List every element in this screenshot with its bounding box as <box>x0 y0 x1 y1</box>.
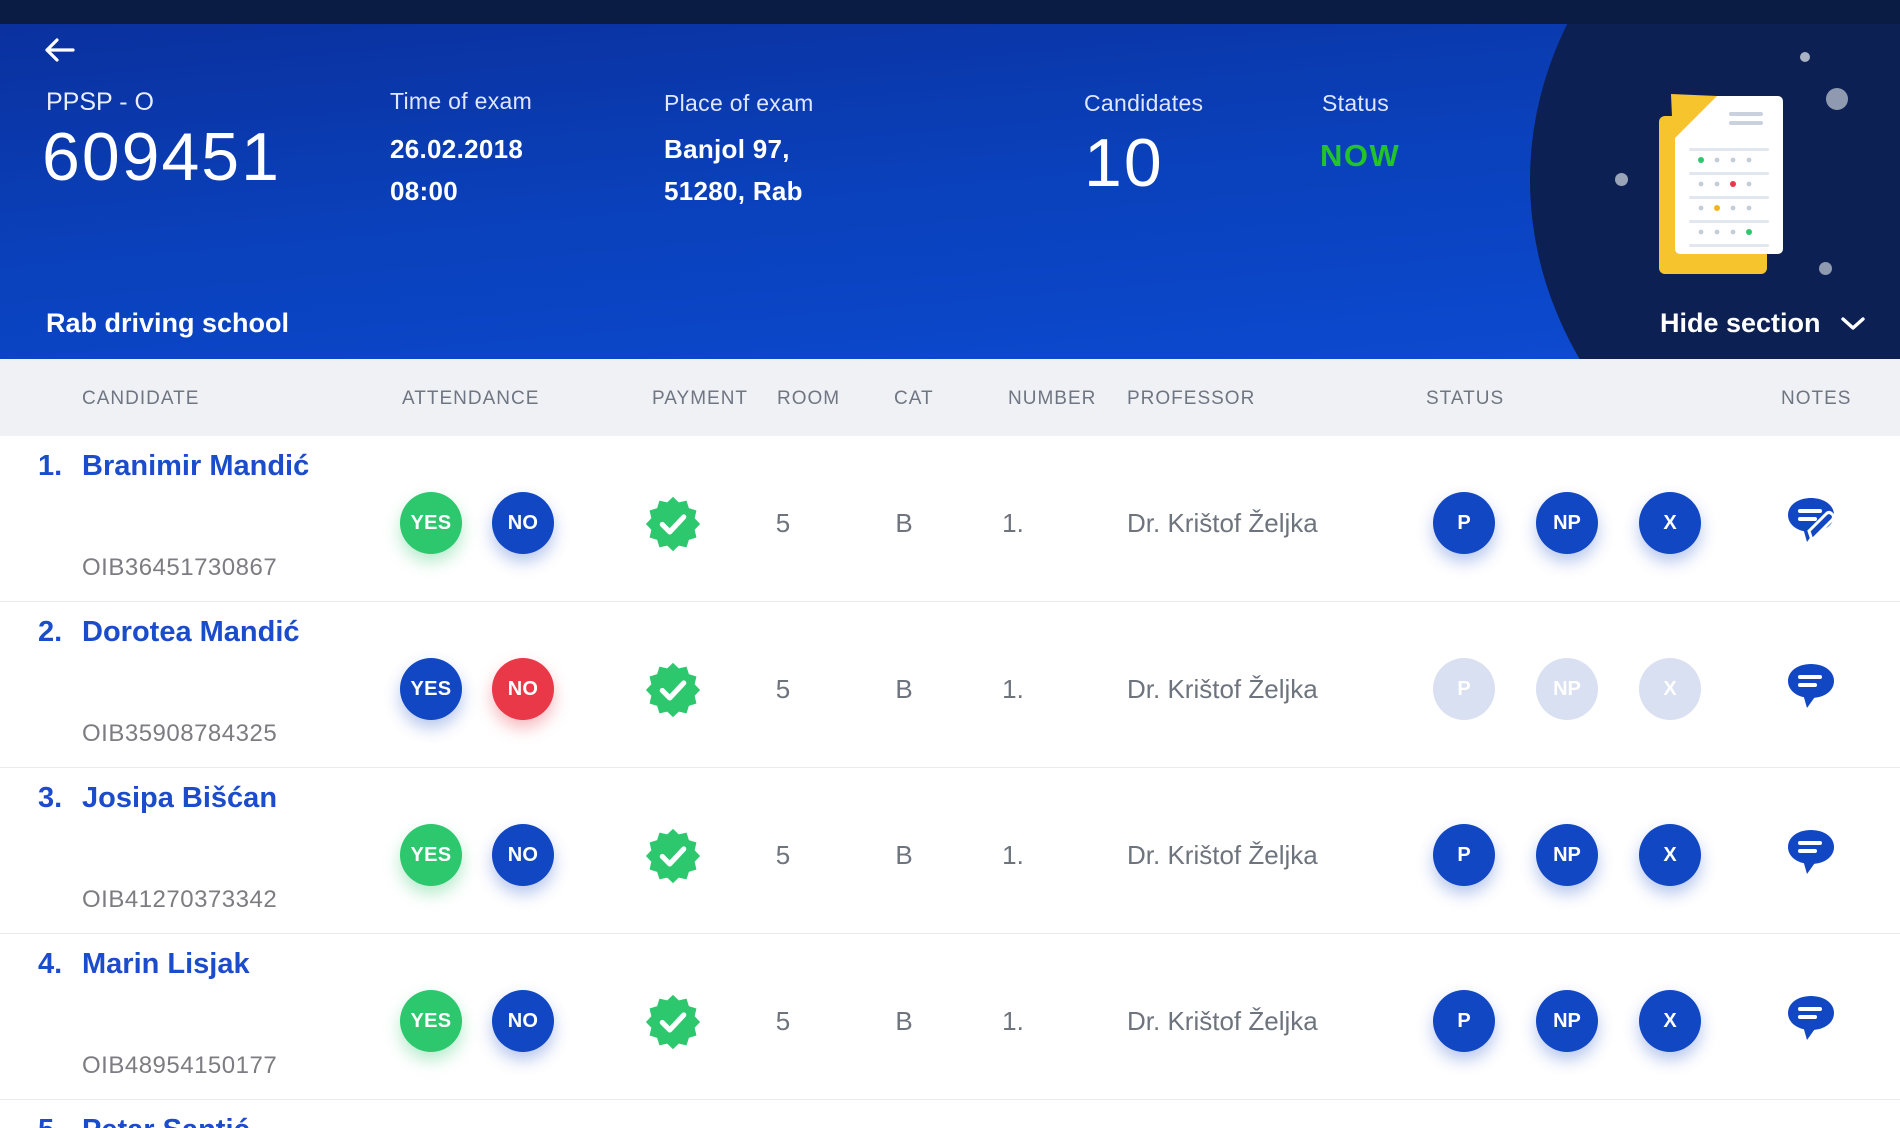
candidate-oib: OIB36451730867 <box>82 554 277 582</box>
exam-hour: 08:00 <box>390 176 458 207</box>
room-value: 5 <box>757 674 809 705</box>
room-value: 5 <box>757 1006 809 1037</box>
column-attendance: ATTENDANCE <box>402 388 539 410</box>
number-value: 1. <box>987 508 1039 539</box>
exam-id: 609451 <box>42 118 281 196</box>
status-pass-button[interactable]: P <box>1433 824 1495 886</box>
attendance-yes-button[interactable]: YES <box>400 658 462 720</box>
exam-sheet-illustration <box>1645 90 1795 290</box>
attendance-yes-button[interactable]: YES <box>400 990 462 1052</box>
room-value: 5 <box>757 840 809 871</box>
room-value: 5 <box>757 508 809 539</box>
time-of-exam-label: Time of exam <box>390 88 532 115</box>
decor-dot <box>1826 88 1848 110</box>
exam-type-label: PPSP - O <box>46 88 154 117</box>
attendance-yes-button[interactable]: YES <box>400 492 462 554</box>
chevron-down-icon[interactable] <box>1840 316 1866 332</box>
attendance-no-button[interactable]: NO <box>492 990 554 1052</box>
exam-date: 26.02.2018 <box>390 134 523 165</box>
number-value: 1. <box>987 1006 1039 1037</box>
decor-dot <box>1819 262 1832 275</box>
column-cat: CAT <box>894 388 934 410</box>
candidate-oib: OIB35908784325 <box>82 720 277 748</box>
category-value: B <box>878 1006 930 1037</box>
candidate-row: 1. Branimir Mandić OIB36451730867 YES NO… <box>0 436 1900 602</box>
status-pass-button[interactable]: P <box>1433 990 1495 1052</box>
hide-section-button[interactable]: Hide section <box>1660 308 1821 339</box>
candidate-oib: OIB41270373342 <box>82 886 277 914</box>
number-value: 1. <box>987 840 1039 871</box>
status-cancel-button[interactable]: X <box>1639 990 1701 1052</box>
payment-paid-icon[interactable] <box>645 994 701 1050</box>
note-icon[interactable] <box>1782 826 1840 878</box>
place-of-exam-label: Place of exam <box>664 90 814 117</box>
status-notpass-button[interactable]: NP <box>1536 824 1598 886</box>
candidate-index: 1. <box>38 450 62 483</box>
exam-header: PPSP - O 609451 Time of exam 26.02.2018 … <box>0 0 1900 359</box>
note-icon[interactable] <box>1782 992 1840 1044</box>
candidate-index: 3. <box>38 782 62 815</box>
column-status: STATUS <box>1426 388 1504 410</box>
column-notes: NOTES <box>1781 388 1851 410</box>
attendance-yes-button[interactable]: YES <box>400 824 462 886</box>
status-cancel-button[interactable]: X <box>1639 658 1701 720</box>
payment-paid-icon[interactable] <box>645 496 701 552</box>
status-cancel-button[interactable]: X <box>1639 824 1701 886</box>
candidate-oib: OIB48954150177 <box>82 1052 277 1080</box>
status-notpass-button[interactable]: NP <box>1536 658 1598 720</box>
top-bar <box>0 0 1900 24</box>
decor-dot <box>1800 52 1810 62</box>
candidate-name[interactable]: Petar Santić <box>82 1114 250 1128</box>
attendance-no-button[interactable]: NO <box>492 658 554 720</box>
candidate-name[interactable]: Josipa Bišćan <box>82 782 277 815</box>
back-arrow-icon[interactable] <box>42 36 76 64</box>
category-value: B <box>878 508 930 539</box>
status-badge: NOW <box>1320 138 1400 174</box>
column-number: NUMBER <box>1008 388 1096 410</box>
note-edit-icon[interactable] <box>1782 494 1840 546</box>
category-value: B <box>878 674 930 705</box>
candidates-label: Candidates <box>1084 90 1203 117</box>
candidate-index: 2. <box>38 616 62 649</box>
status-pass-button[interactable]: P <box>1433 658 1495 720</box>
status-pass-button[interactable]: P <box>1433 492 1495 554</box>
professor-name: Dr. Krištof Željka <box>1127 674 1318 705</box>
column-professor: PROFESSOR <box>1127 388 1255 410</box>
category-value: B <box>878 840 930 871</box>
number-value: 1. <box>987 674 1039 705</box>
candidate-row: 2. Dorotea Mandić OIB35908784325 YES NO … <box>0 602 1900 768</box>
note-icon[interactable] <box>1782 660 1840 712</box>
column-payment: PAYMENT <box>652 388 748 410</box>
payment-paid-icon[interactable] <box>645 828 701 884</box>
attendance-no-button[interactable]: NO <box>492 824 554 886</box>
professor-name: Dr. Krištof Željka <box>1127 1006 1318 1037</box>
candidate-name[interactable]: Marin Lisjak <box>82 948 250 981</box>
candidate-row: 3. Josipa Bišćan OIB41270373342 YES NO 5… <box>0 768 1900 934</box>
decor-dot <box>1615 173 1628 186</box>
candidate-index: 5. <box>38 1114 62 1128</box>
column-room: ROOM <box>777 388 840 410</box>
status-notpass-button[interactable]: NP <box>1536 990 1598 1052</box>
status-label: Status <box>1322 90 1389 117</box>
column-candidate: CANDIDATE <box>82 388 199 410</box>
candidate-row: 4. Marin Lisjak OIB48954150177 YES NO 5 … <box>0 934 1900 1100</box>
table-header: CANDIDATE ATTENDANCE PAYMENT ROOM CAT NU… <box>0 359 1900 436</box>
professor-name: Dr. Krištof Željka <box>1127 840 1318 871</box>
exam-address-line2: 51280, Rab <box>664 176 803 207</box>
professor-name: Dr. Krištof Željka <box>1127 508 1318 539</box>
candidate-name[interactable]: Branimir Mandić <box>82 450 309 483</box>
status-notpass-button[interactable]: NP <box>1536 492 1598 554</box>
status-cancel-button[interactable]: X <box>1639 492 1701 554</box>
exam-address-line1: Banjol 97, <box>664 134 790 165</box>
candidate-row: 5. Petar Santić <box>0 1100 1900 1128</box>
candidate-name[interactable]: Dorotea Mandić <box>82 616 300 649</box>
candidate-index: 4. <box>38 948 62 981</box>
school-name: Rab driving school <box>46 308 289 339</box>
candidates-count: 10 <box>1084 124 1164 202</box>
attendance-no-button[interactable]: NO <box>492 492 554 554</box>
payment-paid-icon[interactable] <box>645 662 701 718</box>
